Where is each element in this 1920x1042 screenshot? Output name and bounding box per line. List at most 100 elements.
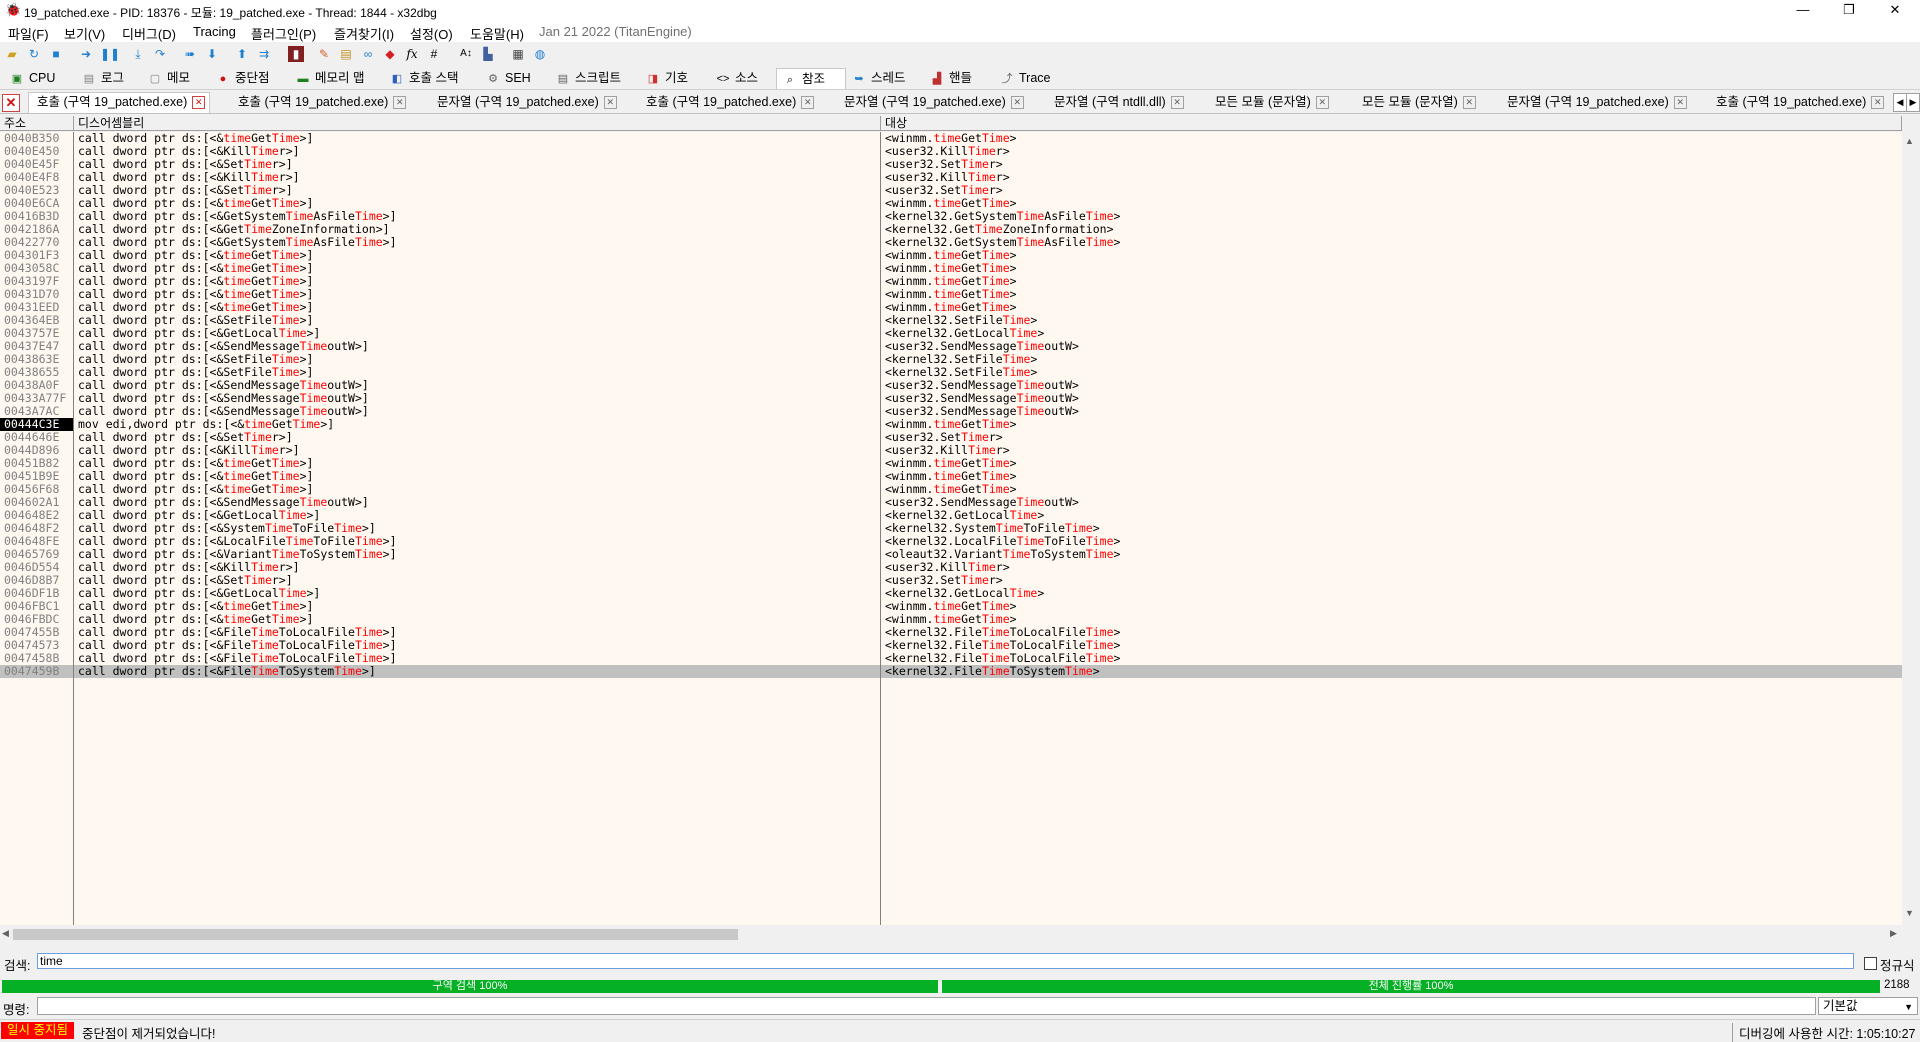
tab-seh[interactable]: ⚙ SEH xyxy=(486,68,531,88)
row-disassembly[interactable]: call dword ptr ds:[<&timeGetTime>] xyxy=(74,470,880,483)
row-destination[interactable]: <user32.SetTimer> xyxy=(881,184,1902,197)
row-destination[interactable]: <kernel32.GetSystemTimeAsFileTime> xyxy=(881,236,1902,249)
row-address[interactable]: 00456F68 xyxy=(0,483,73,496)
row-address[interactable]: 0047459B xyxy=(0,665,73,678)
close-tab-icon[interactable]: ✕ xyxy=(1462,96,1476,110)
row-address[interactable]: 00422770 xyxy=(0,236,73,249)
row-address[interactable]: 00444C3E xyxy=(0,418,73,431)
step-over-icon[interactable]: ↷ xyxy=(152,46,168,62)
row-disassembly[interactable]: call dword ptr ds:[<&SystemTimeToFileTim… xyxy=(74,522,880,535)
menu-tracing[interactable]: Tracing xyxy=(193,24,236,39)
row-address[interactable]: 00416B3D xyxy=(0,210,73,223)
scroll-left-icon[interactable]: ◀ xyxy=(2,928,9,939)
row-address[interactable]: 0043757E xyxy=(0,327,73,340)
row-destination[interactable]: <kernel32.GetLocalTime> xyxy=(881,587,1902,600)
row-destination[interactable]: <user32.SetTimer> xyxy=(881,574,1902,587)
row-destination[interactable]: <user32.KillTimer> xyxy=(881,444,1902,457)
row-address[interactable]: 0047458B xyxy=(0,652,73,665)
row-address[interactable]: 0043863E xyxy=(0,353,73,366)
row-destination[interactable]: <kernel32.SetFileTime> xyxy=(881,314,1902,327)
column-header-destination[interactable]: 대상 xyxy=(881,116,1902,131)
row-disassembly[interactable]: call dword ptr ds:[<&KillTimer>] xyxy=(74,444,880,457)
minimize-button[interactable]: — xyxy=(1780,0,1826,22)
scrollbar-thumb[interactable] xyxy=(13,929,738,940)
row-address[interactable]: 00474573 xyxy=(0,639,73,652)
menu-help[interactable]: 도움말(H) xyxy=(470,24,524,43)
row-disassembly[interactable]: call dword ptr ds:[<&GetLocalTime>] xyxy=(74,327,880,340)
row-disassembly[interactable]: call dword ptr ds:[<&SendMessageTimeoutW… xyxy=(74,405,880,418)
row-address[interactable]: 00431EED xyxy=(0,301,73,314)
row-destination[interactable]: <user32.SendMessageTimeoutW> xyxy=(881,405,1902,418)
row-disassembly[interactable]: mov edi,dword ptr ds:[<&timeGetTime>] xyxy=(74,418,880,431)
close-tab-icon[interactable]: ✕ xyxy=(1673,96,1687,110)
row-destination[interactable]: <kernel32.GetSystemTimeAsFileTime> xyxy=(881,210,1902,223)
row-disassembly[interactable]: call dword ptr ds:[<&timeGetTime>] xyxy=(74,197,880,210)
row-destination[interactable]: <user32.SendMessageTimeoutW> xyxy=(881,496,1902,509)
row-destination[interactable]: <winmm.timeGetTime> xyxy=(881,613,1902,626)
row-address[interactable]: 0046FBDC xyxy=(0,613,73,626)
row-disassembly[interactable]: call dword ptr ds:[<&KillTimer>] xyxy=(74,171,880,184)
row-address[interactable]: 00431D70 xyxy=(0,288,73,301)
row-destination[interactable]: <user32.SetTimer> xyxy=(881,158,1902,171)
menu-debug[interactable]: 디버그(D) xyxy=(122,24,176,43)
menu-plugins[interactable]: 플러그인(P) xyxy=(251,24,316,43)
vertical-scrollbar[interactable]: ▲ ▼ xyxy=(1902,116,1920,925)
ref-tab[interactable]: 문자열 (구역 ntdll.dll) ✕ xyxy=(1054,93,1184,112)
row-destination[interactable]: <kernel32.LocalFileTimeToFileTime> xyxy=(881,535,1902,548)
row-destination[interactable]: <kernel32.GetTimeZoneInformation> xyxy=(881,223,1902,236)
row-address[interactable]: 004648F2 xyxy=(0,522,73,535)
close-tab-icon[interactable]: ✕ xyxy=(801,96,815,110)
row-destination[interactable]: <winmm.timeGetTime> xyxy=(881,483,1902,496)
tab-source[interactable]: <> 소스 xyxy=(716,68,758,88)
row-disassembly[interactable]: call dword ptr ds:[<&SetTimer>] xyxy=(74,184,880,197)
row-disassembly[interactable]: call dword ptr ds:[<&FileTimeToLocalFile… xyxy=(74,626,880,639)
tab-notes[interactable]: ▢ 메모 xyxy=(148,68,190,88)
column-header-disassembly[interactable]: 디스어셈블리 xyxy=(74,116,881,131)
row-disassembly[interactable]: call dword ptr ds:[<&VariantTimeToSystem… xyxy=(74,548,880,561)
row-address[interactable]: 0040E4F8 xyxy=(0,171,73,184)
close-tab-icon[interactable]: ✕ xyxy=(603,96,617,110)
row-disassembly[interactable]: call dword ptr ds:[<&timeGetTime>] xyxy=(74,275,880,288)
row-disassembly[interactable]: call dword ptr ds:[<&timeGetTime>] xyxy=(74,132,880,145)
row-destination[interactable]: <oleaut32.VariantTimeToSystemTime> xyxy=(881,548,1902,561)
function-icon[interactable]: fx xyxy=(404,46,420,62)
open-folder-icon[interactable]: ▰ xyxy=(4,46,20,62)
ref-tab[interactable]: 문자열 (구역 19_patched.exe) ✕ xyxy=(1507,93,1687,112)
row-destination[interactable]: <user32.KillTimer> xyxy=(881,171,1902,184)
row-address[interactable]: 0044D896 xyxy=(0,444,73,457)
row-address[interactable]: 0040E450 xyxy=(0,145,73,158)
row-destination[interactable]: <winmm.timeGetTime> xyxy=(881,418,1902,431)
maximize-button[interactable]: ❐ xyxy=(1826,0,1872,22)
row-disassembly[interactable]: call dword ptr ds:[<&GetLocalTime>] xyxy=(74,509,880,522)
bookmark-icon[interactable]: ◆ xyxy=(382,46,398,62)
row-address[interactable]: 004648E2 xyxy=(0,509,73,522)
row-disassembly[interactable]: call dword ptr ds:[<&timeGetTime>] xyxy=(74,613,880,626)
row-address[interactable]: 00438A0F xyxy=(0,379,73,392)
row-disassembly[interactable]: call dword ptr ds:[<&LocalFileTimeToFile… xyxy=(74,535,880,548)
row-disassembly[interactable]: call dword ptr ds:[<&timeGetTime>] xyxy=(74,301,880,314)
tab-memory-map[interactable]: ▬ 메모리 맵 xyxy=(296,68,365,88)
row-destination[interactable]: <kernel32.SetFileTime> xyxy=(881,353,1902,366)
row-disassembly[interactable]: call dword ptr ds:[<&SetFileTime>] xyxy=(74,314,880,327)
row-destination[interactable]: <winmm.timeGetTime> xyxy=(881,262,1902,275)
menu-file[interactable]: 파일(F) xyxy=(8,24,49,43)
module-icon[interactable]: ▙ xyxy=(480,46,496,62)
row-address[interactable]: 0046FBC1 xyxy=(0,600,73,613)
close-tab-icon[interactable]: ✕ xyxy=(1315,96,1329,110)
row-address[interactable]: 00438655 xyxy=(0,366,73,379)
row-address[interactable]: 0046D8B7 xyxy=(0,574,73,587)
tab-handles[interactable]: ▟ 핸들 xyxy=(930,68,972,88)
row-disassembly[interactable]: call dword ptr ds:[<&SendMessageTimeoutW… xyxy=(74,392,880,405)
close-tab-icon[interactable]: ✕ xyxy=(192,96,206,110)
row-disassembly[interactable]: call dword ptr ds:[<&SendMessageTimeoutW… xyxy=(74,496,880,509)
row-disassembly[interactable]: call dword ptr ds:[<&SendMessageTimeoutW… xyxy=(74,379,880,392)
calculator-icon[interactable]: ▦ xyxy=(510,46,526,62)
close-all-tabs-button[interactable]: ✕ xyxy=(2,94,20,112)
row-address[interactable]: 004602A1 xyxy=(0,496,73,509)
row-destination[interactable]: <user32.SendMessageTimeoutW> xyxy=(881,379,1902,392)
link-icon[interactable]: ∞ xyxy=(360,46,376,62)
row-destination[interactable]: <winmm.timeGetTime> xyxy=(881,457,1902,470)
ref-tab[interactable]: 호출 (구역 19_patched.exe) ✕ xyxy=(28,92,211,113)
row-destination[interactable]: <user32.SetTimer> xyxy=(881,431,1902,444)
restart-icon[interactable]: ↻ xyxy=(26,46,42,62)
